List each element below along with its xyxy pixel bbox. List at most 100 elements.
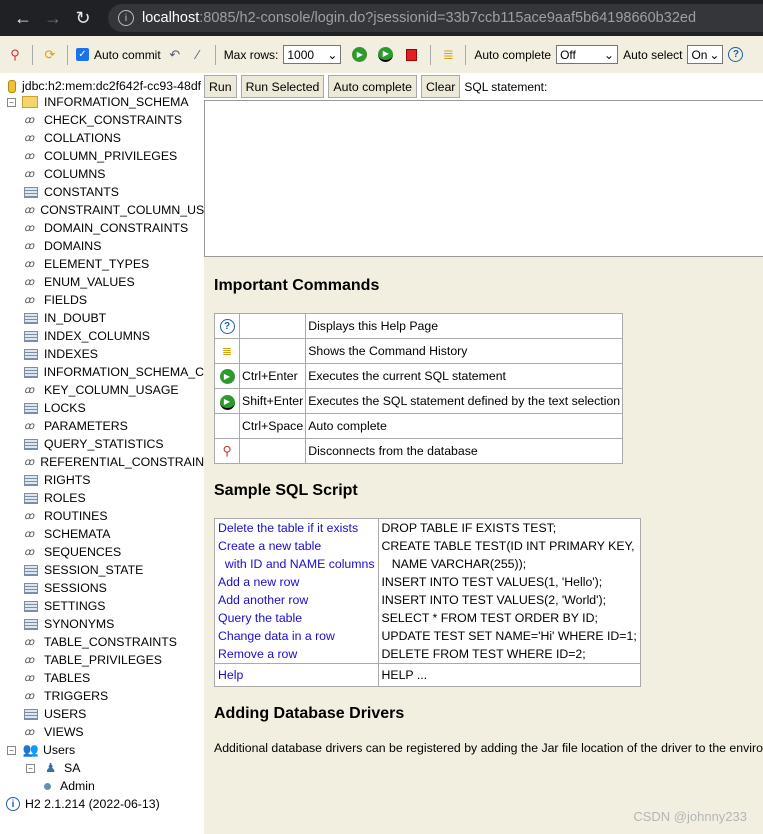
sample-row: Remove a row DELETE FROM TEST WHERE ID=2; — [214, 645, 641, 664]
commit-icon[interactable]: ⁄ — [189, 46, 207, 64]
sample-link[interactable]: Delete the table if it exists — [218, 521, 358, 535]
tree-item[interactable]: INDEX_COLUMNS — [0, 327, 204, 345]
tree-item[interactable]: ꝏ CHECK_CONSTRAINTS — [0, 111, 204, 129]
collapse-icon[interactable]: − — [7, 745, 16, 755]
auto-complete-select[interactable]: Off ⌄ — [556, 45, 619, 64]
toolbar: ⚲ ⟳ ✓ Auto commit ↶ ⁄ Max rows: 1000 ⌄ ▶ … — [0, 36, 763, 73]
max-rows-select[interactable]: 1000 ⌄ — [283, 45, 342, 64]
tree-item[interactable]: INFORMATION_SCHEMA_C — [0, 363, 204, 381]
commands-title: Important Commands — [214, 277, 380, 294]
tree-item[interactable]: IN_DOUBT — [0, 309, 204, 327]
tree-item[interactable]: SETTINGS — [0, 597, 204, 615]
sample-row: Help HELP ... — [214, 663, 641, 687]
collapse-icon[interactable]: − — [26, 763, 35, 773]
sample-link[interactable]: Change data in a row — [218, 629, 335, 643]
reload-icon[interactable]: ↻ — [68, 8, 98, 29]
tree-item[interactable]: ꝏ PARAMETERS — [0, 417, 204, 435]
tree-item[interactable]: QUERY_STATISTICS — [0, 435, 204, 453]
tree-item[interactable]: ꝏ ELEMENT_TYPES — [0, 255, 204, 273]
history-icon[interactable]: ≣ — [439, 46, 457, 64]
tree-item[interactable]: ꝏ FIELDS — [0, 291, 204, 309]
command-row: ▶ Shift+Enter Executes the SQL statement d… — [214, 388, 624, 414]
tree-item[interactable]: ꝏ SEQUENCES — [0, 543, 204, 561]
role-node[interactable]: Admin — [0, 777, 204, 795]
tree-item[interactable]: ꝏ CONSTRAINT_COLUMN_US — [0, 201, 204, 219]
info-icon[interactable]: i — [118, 10, 134, 26]
tree-item[interactable]: USERS — [0, 705, 204, 723]
run-selected-button[interactable]: Run Selected — [240, 75, 325, 98]
tree-item[interactable]: CONSTANTS — [0, 183, 204, 201]
tree-item[interactable]: ꝏ TABLE_PRIVILEGES — [0, 651, 204, 669]
tree-item[interactable]: ꝏ REFERENTIAL_CONSTRAIN — [0, 453, 204, 471]
view-icon: ꝏ — [24, 168, 35, 180]
run-icon[interactable]: ▶ — [352, 47, 368, 62]
history-icon: ≣ — [221, 344, 233, 358]
auto-complete-button[interactable]: Auto complete — [328, 75, 418, 98]
tree-item[interactable]: ꝏ TRIGGERS — [0, 687, 204, 705]
view-icon: ꝏ — [24, 456, 35, 468]
info-icon: i — [6, 797, 20, 811]
tree-item[interactable]: LOCKS — [0, 399, 204, 417]
tree-item[interactable]: ꝏ DOMAINS — [0, 237, 204, 255]
tree-item[interactable]: ꝏ DOMAIN_CONSTRAINTS — [0, 219, 204, 237]
tree-item[interactable]: INDEXES — [0, 345, 204, 363]
sample-link[interactable]: Add a new row — [218, 575, 299, 589]
run-icon: ▶ — [219, 369, 235, 384]
sample-link[interactable]: Add another row — [218, 593, 308, 607]
user-node[interactable]: − ♟ SA — [0, 759, 204, 777]
auto-select-select[interactable]: On ⌄ — [687, 45, 724, 64]
tree-item[interactable]: SYNONYMS — [0, 615, 204, 633]
tree-item[interactable]: ꝏ COLUMNS — [0, 165, 204, 183]
role-icon — [44, 782, 51, 790]
help-icon[interactable]: ? — [728, 47, 744, 62]
user-icon: ♟ — [45, 761, 57, 775]
database-icon — [8, 79, 16, 93]
collapse-icon[interactable]: − — [7, 97, 16, 107]
auto-complete-label: Auto complete — [474, 47, 552, 62]
tree-item[interactable]: ꝏ SCHEMATA — [0, 525, 204, 543]
sample-row: Query the table SELECT * FROM TEST ORDER … — [214, 609, 641, 627]
browser-bar: ← → ↻ i localhost:8085/h2-console/login.… — [0, 0, 763, 36]
forward-icon[interactable]: → — [38, 8, 68, 29]
sample-link[interactable]: Remove a row — [218, 647, 297, 661]
tree-item[interactable]: ꝏ ROUTINES — [0, 507, 204, 525]
schema-node[interactable]: − INFORMATION_SCHEMA — [0, 93, 204, 111]
tree-item[interactable]: ꝏ TABLE_CONSTRAINTS — [0, 633, 204, 651]
back-icon[interactable]: ← — [8, 8, 38, 29]
run-button[interactable]: Run — [204, 75, 237, 98]
tree-item[interactable]: SESSION_STATE — [0, 561, 204, 579]
refresh-icon[interactable]: ⟳ — [41, 46, 59, 64]
tree-item[interactable]: ꝏ COLLATIONS — [0, 129, 204, 147]
tree-item[interactable]: RIGHTS — [0, 471, 204, 489]
users-node[interactable]: − 👥 Users — [0, 741, 204, 759]
tree-item[interactable]: ꝏ ENUM_VALUES — [0, 273, 204, 291]
view-icon: ꝏ — [24, 672, 35, 684]
sql-input[interactable] — [204, 100, 763, 257]
help-link[interactable]: Help — [218, 668, 243, 682]
run-selected-icon[interactable]: ▶ — [378, 47, 394, 62]
table-icon — [24, 366, 38, 378]
help-panel: Important Commands ? Displays this Help P… — [204, 257, 763, 773]
rollback-icon[interactable]: ↶ — [166, 46, 184, 64]
view-icon: ꝏ — [24, 204, 35, 216]
table-icon — [24, 438, 38, 450]
sample-link[interactable]: Create a new table — [218, 539, 321, 553]
clear-button[interactable]: Clear — [421, 75, 461, 98]
sample-table: Delete the table if it exists DROP TABLE … — [214, 518, 641, 687]
sample-link[interactable]: Query the table — [218, 611, 302, 625]
disconnect-icon[interactable]: ⚲ — [6, 46, 24, 64]
address-bar[interactable]: i localhost:8085/h2-console/login.do?jse… — [108, 4, 763, 32]
tree-item[interactable]: SESSIONS — [0, 579, 204, 597]
tree-item[interactable]: ꝏ COLUMN_PRIVILEGES — [0, 147, 204, 165]
tree-item[interactable]: ROLES — [0, 489, 204, 507]
tree-item[interactable]: ꝏ KEY_COLUMN_USAGE — [0, 381, 204, 399]
tree-item[interactable]: ꝏ TABLES — [0, 669, 204, 687]
help-icon: ? — [219, 319, 235, 334]
sample-link[interactable]: with ID and NAME columns — [218, 557, 375, 571]
command-row: ▶ Ctrl+Enter Executes the current SQL stat… — [214, 363, 624, 389]
cancel-icon[interactable] — [406, 48, 418, 61]
tree-item[interactable]: ꝏ VIEWS — [0, 723, 204, 741]
auto-commit-checkbox[interactable]: ✓ — [76, 48, 89, 61]
drivers-text: Additional database drivers can be regis… — [214, 741, 763, 755]
view-icon: ꝏ — [24, 546, 35, 558]
